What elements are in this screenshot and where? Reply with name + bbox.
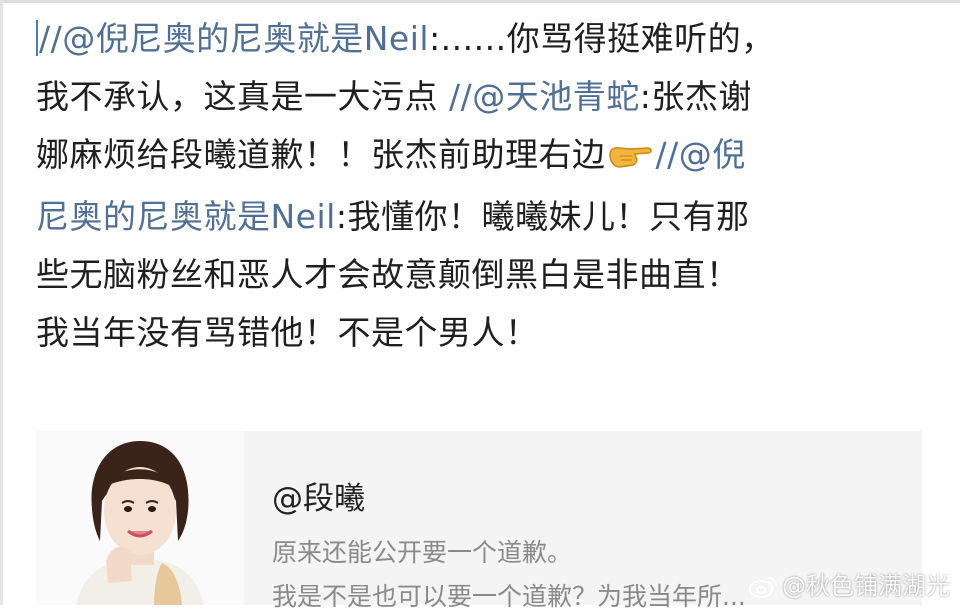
post-line-5: 些无脑粉丝和恶人才会故意颠倒黑白是非曲直！ [36,246,936,304]
watermark-text: @秋色铺满湖光 [782,572,950,600]
screen-left-edge [0,0,3,605]
avatar[interactable] [36,431,244,605]
mention-link[interactable]: 尼奥的尼奥就是Neil [36,197,336,236]
pointing-hand-icon [608,130,654,188]
weibo-watermark: @秋色铺满湖光 [748,566,950,605]
post-body: //@倪尼奥的尼奥就是Neil:......你骂得挺难听的， 我不承认，这真是一… [36,10,936,362]
post-text-segment: 我不承认，这真是一大污点 [36,77,449,116]
post-line-3: 娜麻烦给段曦道歉！！张杰前助理右边 //@倪 [36,126,936,188]
post-text-segment: :张杰谢 [639,77,752,116]
post-text-segment: 我当年没有骂错他！不是个男人！ [36,313,539,352]
post-line-4: 尼奥的尼奥就是Neil:我懂你！曦曦妹儿！只有那 [36,188,936,246]
post-line-6: 我当年没有骂错他！不是个男人！ [36,304,936,362]
screen-top-edge [0,0,960,3]
post-text-segment: 些无脑粉丝和恶人才会故意颠倒黑白是非曲直！ [36,255,740,294]
quoted-text-line: 我是不是也可以要一个道歉？为我当年所... [272,582,746,611]
post-text-segment: :......你骂得挺难听的， [429,19,775,58]
mention-link[interactable]: //@倪尼奥的尼奥就是Neil [39,19,429,58]
mention-link[interactable]: //@天池青蛇 [449,77,640,116]
post-line-1: //@倪尼奥的尼奥就是Neil:......你骂得挺难听的， [36,10,936,68]
quoted-username[interactable]: @段曦 [272,473,365,518]
weibo-logo-icon [748,575,778,605]
quoted-text-line: 原来还能公开要一个道歉。 [272,538,573,567]
text-cursor [36,20,38,56]
mention-link[interactable]: //@倪 [656,135,746,174]
post-text-segment: :我懂你！曦曦妹儿！只有那 [335,197,750,236]
post-line-2: 我不承认，这真是一大污点 //@天池青蛇:张杰谢 [36,68,936,126]
post-text-segment: 娜麻烦给段曦道歉！！张杰前助理右边 [36,135,606,174]
